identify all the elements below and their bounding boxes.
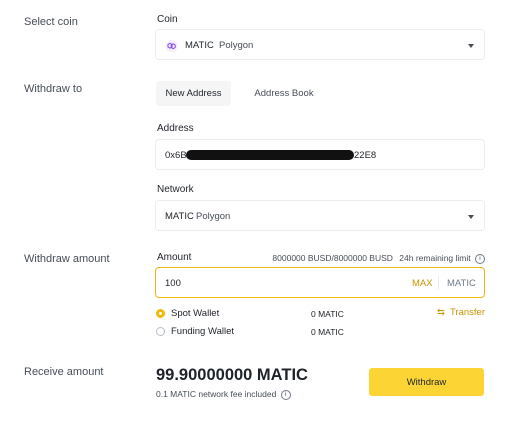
tab-address-book[interactable]: Address Book: [246, 81, 322, 106]
funding-wallet-balance: 0 MATIC: [311, 327, 344, 337]
address-suffix: 22E8: [354, 150, 377, 161]
network-select[interactable]: MATIC Polygon: [155, 200, 485, 231]
address-input[interactable]: 0x6B 22E8: [155, 139, 485, 170]
chevron-down-icon: [468, 44, 474, 48]
transfer-arrows-icon: ⇆: [437, 307, 445, 318]
max-button[interactable]: MAX: [412, 278, 433, 289]
withdraw-to-label: Withdraw to: [24, 83, 83, 95]
polygon-logo-icon: [165, 39, 178, 52]
chevron-down-icon: [468, 215, 474, 219]
amount-value: 100: [165, 278, 181, 289]
address-redaction: [186, 150, 354, 160]
amount-input[interactable]: 100 MAX MATIC: [155, 267, 485, 298]
funding-wallet-label: Funding Wallet: [171, 326, 235, 337]
coin-name: Polygon: [219, 40, 254, 51]
funding-wallet-radio[interactable]: [156, 327, 165, 336]
coin-select[interactable]: MATIC Polygon: [155, 29, 485, 60]
fee-note: 0.1 MATIC network fee included: [156, 389, 277, 399]
amount-field-label: Amount: [157, 252, 192, 263]
withdraw-button[interactable]: Withdraw: [369, 368, 484, 396]
network-symbol: MATIC: [165, 211, 194, 222]
funding-wallet-option[interactable]: Funding Wallet: [156, 326, 306, 338]
remaining-limit-label: 24h remaining limit: [399, 253, 471, 263]
withdraw-amount-label: Withdraw amount: [24, 253, 110, 265]
fee-note-row: 0.1 MATIC network fee included i: [156, 389, 291, 400]
divider: [438, 276, 439, 289]
transfer-link[interactable]: ⇆ Transfer: [437, 307, 485, 318]
receive-amount-label: Receive amount: [24, 366, 104, 378]
coin-field-label: Coin: [157, 14, 178, 25]
tab-new-address[interactable]: New Address: [156, 81, 231, 106]
network-name: Polygon: [196, 211, 231, 222]
transfer-label: Transfer: [449, 307, 485, 318]
network-field-label: Network: [157, 184, 194, 195]
coin-symbol: MATIC: [185, 40, 214, 51]
receive-amount-value: 99.90000000 MATIC: [156, 366, 308, 384]
info-icon[interactable]: i: [475, 253, 485, 264]
spot-wallet-radio[interactable]: [156, 309, 165, 318]
withdraw-limit-value: 8000000 BUSD/8000000 BUSD: [272, 253, 393, 263]
select-coin-label: Select coin: [24, 16, 78, 28]
address-prefix: 0x6B: [165, 150, 187, 161]
spot-wallet-label: Spot Wallet: [171, 308, 220, 319]
address-field-label: Address: [157, 123, 194, 134]
withdraw-limit-row: 8000000 BUSD/8000000 BUSD 24h remaining …: [272, 253, 485, 264]
info-icon[interactable]: i: [280, 389, 291, 400]
spot-wallet-balance: 0 MATIC: [311, 309, 344, 319]
amount-unit: MATIC: [447, 278, 476, 289]
spot-wallet-option[interactable]: Spot Wallet: [156, 308, 306, 320]
